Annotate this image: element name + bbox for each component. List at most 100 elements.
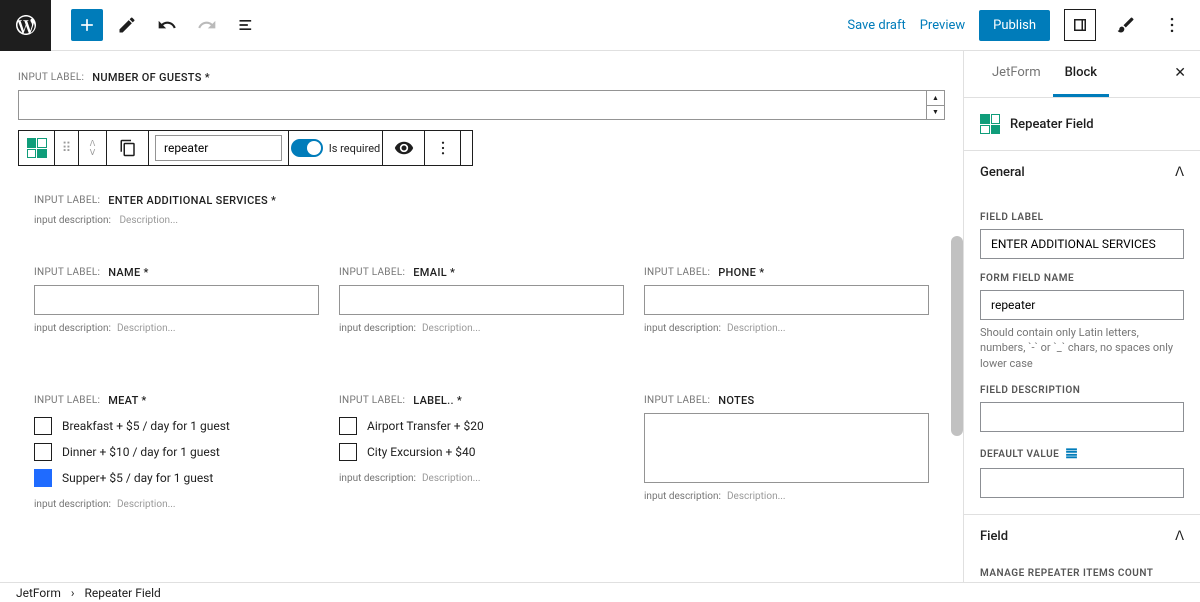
duplicate-button[interactable]	[107, 131, 149, 165]
save-draft-link[interactable]: Save draft	[847, 18, 905, 33]
editor-topbar: Save draft Preview Publish	[0, 0, 1200, 51]
list-item[interactable]: City Excursion + $40	[339, 439, 624, 465]
jetform-icon-button[interactable]	[1110, 9, 1142, 41]
name-field: INPUT LABEL:NAME * input description:Des…	[34, 266, 319, 334]
guests-input[interactable]: ▲▼	[18, 90, 945, 120]
field-label-field: FIELD LABEL	[980, 212, 1184, 259]
undo-button[interactable]	[151, 9, 183, 41]
desc-placeholder[interactable]: Description...	[727, 323, 786, 334]
option-label: City Excursion + $40	[367, 445, 476, 459]
block-more-button[interactable]	[425, 131, 461, 165]
section-field-header[interactable]: Field ᐱ	[964, 514, 1200, 558]
field-name-input[interactable]	[155, 135, 282, 161]
desc-prefix: input description:	[34, 323, 111, 334]
phone-field: INPUT LABEL:PHONE * input description:De…	[644, 266, 929, 334]
breadcrumb-current[interactable]: Repeater Field	[84, 586, 160, 600]
drag-handle[interactable]: ⠿	[55, 131, 79, 165]
transfer-options: Airport Transfer + $20 City Excursion + …	[339, 413, 624, 465]
phone-label: PHONE *	[718, 266, 764, 279]
phone-input[interactable]	[644, 285, 929, 315]
name-input[interactable]	[34, 285, 319, 315]
notes-textarea[interactable]	[644, 413, 929, 483]
tab-block[interactable]: Block	[1053, 51, 1109, 97]
undo-icon	[157, 15, 177, 35]
field-label-input[interactable]	[980, 229, 1184, 259]
wordpress-icon	[14, 13, 38, 37]
move-arrows[interactable]: ᐱᐯ	[79, 131, 107, 165]
database-icon[interactable]: 𝌆	[1065, 446, 1078, 462]
section-title: General	[980, 165, 1025, 180]
desc-placeholder[interactable]: Description...	[117, 499, 176, 510]
list-icon	[237, 15, 257, 35]
input-label-prefix: INPUT LABEL:	[644, 395, 710, 406]
desc-prefix: input description:	[339, 473, 416, 484]
email-input[interactable]	[339, 285, 624, 315]
section-general-header[interactable]: General ᐱ	[964, 150, 1200, 194]
more-options-button[interactable]	[1156, 9, 1188, 41]
input-label-prefix: INPUT LABEL:	[34, 267, 100, 278]
notes-label: NOTES	[718, 394, 754, 407]
desc-prefix: input description:	[34, 215, 111, 226]
default-value-input[interactable]	[980, 468, 1184, 498]
visibility-button[interactable]	[383, 131, 425, 165]
input-label-prefix: INPUT LABEL:	[339, 395, 405, 406]
field-label-title: FIELD LABEL	[980, 212, 1184, 223]
desc-prefix: input description:	[644, 323, 721, 334]
close-sidebar-button[interactable]: ✕	[1174, 65, 1186, 81]
list-item[interactable]: Airport Transfer + $20	[339, 413, 624, 439]
input-label-prefix: INPUT LABEL:	[34, 395, 100, 406]
topbar-left	[0, 0, 263, 50]
redo-button[interactable]	[191, 9, 223, 41]
desc-placeholder[interactable]: Description...	[119, 215, 178, 226]
transfer-label: LABEL.. *	[413, 394, 462, 407]
list-view-button[interactable]	[231, 9, 263, 41]
desc-placeholder[interactable]: Description...	[422, 473, 481, 484]
row-name-email-phone: INPUT LABEL:NAME * input description:Des…	[34, 266, 929, 334]
checkbox[interactable]	[339, 443, 357, 461]
checkbox[interactable]	[34, 417, 52, 435]
editor-canvas[interactable]: INPUT LABEL: NUMBER OF GUESTS * ▲▼ ⠿ ᐱᐯ …	[0, 51, 963, 582]
repeater-block[interactable]: INPUT LABEL: ENTER ADDITIONAL SERVICES *…	[18, 174, 945, 550]
preview-link[interactable]: Preview	[920, 18, 965, 33]
manage-count-title: MANAGE REPEATER ITEMS COUNT	[980, 568, 1184, 579]
scrollbar[interactable]	[951, 236, 963, 436]
desc-placeholder[interactable]: Description...	[422, 323, 481, 334]
eye-icon	[394, 138, 414, 158]
block-type-icon[interactable]	[19, 131, 55, 165]
list-item[interactable]: Dinner + $10 / day for 1 guest	[34, 439, 319, 465]
guests-label-row: INPUT LABEL: NUMBER OF GUESTS *	[18, 71, 945, 84]
field-description-input[interactable]	[980, 402, 1184, 432]
desc-placeholder[interactable]: Description...	[727, 491, 786, 502]
add-block-button[interactable]	[71, 9, 103, 41]
sidebar-tabs: JetForm Block ✕	[964, 51, 1200, 98]
desc-placeholder[interactable]: Description...	[117, 323, 176, 334]
publish-button[interactable]: Publish	[979, 10, 1050, 41]
breadcrumb: JetForm › Repeater Field	[0, 582, 1200, 602]
list-item[interactable]: Breakfast + $5 / day for 1 guest	[34, 413, 319, 439]
notes-field: INPUT LABEL:NOTES input description:Desc…	[644, 394, 929, 510]
breadcrumb-root[interactable]: JetForm	[16, 586, 61, 600]
edit-mode-button[interactable]	[111, 9, 143, 41]
copy-icon	[119, 139, 137, 157]
number-spinner[interactable]: ▲▼	[926, 91, 944, 119]
guests-field: INPUT LABEL: NUMBER OF GUESTS * ▲▼	[18, 71, 945, 120]
block-title: Repeater Field	[1010, 117, 1094, 132]
wordpress-logo[interactable]	[0, 0, 51, 51]
repeater-desc-row: input description: Description...	[34, 215, 929, 226]
checkbox[interactable]	[34, 443, 52, 461]
settings-sidebar-toggle[interactable]	[1064, 9, 1096, 41]
meat-label: MEAT *	[108, 394, 146, 407]
input-label-prefix: INPUT LABEL:	[34, 195, 100, 206]
row-checkboxes-notes: INPUT LABEL: MEAT * Breakfast + $5 / day …	[34, 394, 929, 510]
checkbox[interactable]	[339, 417, 357, 435]
section-field-panel: MANAGE REPEATER ITEMS COUNT Dynamically …	[964, 558, 1200, 582]
form-field-name-input[interactable]	[980, 290, 1184, 320]
list-item[interactable]: Supper+ $5 / day for 1 guest	[34, 465, 319, 491]
checkbox-checked[interactable]	[34, 469, 52, 487]
chevron-up-icon: ᐱ	[1175, 529, 1184, 544]
email-label: EMAIL *	[413, 266, 455, 279]
required-toggle-cell: Is required	[289, 131, 383, 165]
tab-jetform[interactable]: JetForm	[980, 51, 1053, 97]
input-label-prefix: INPUT LABEL:	[339, 267, 405, 278]
required-toggle[interactable]	[291, 139, 323, 157]
